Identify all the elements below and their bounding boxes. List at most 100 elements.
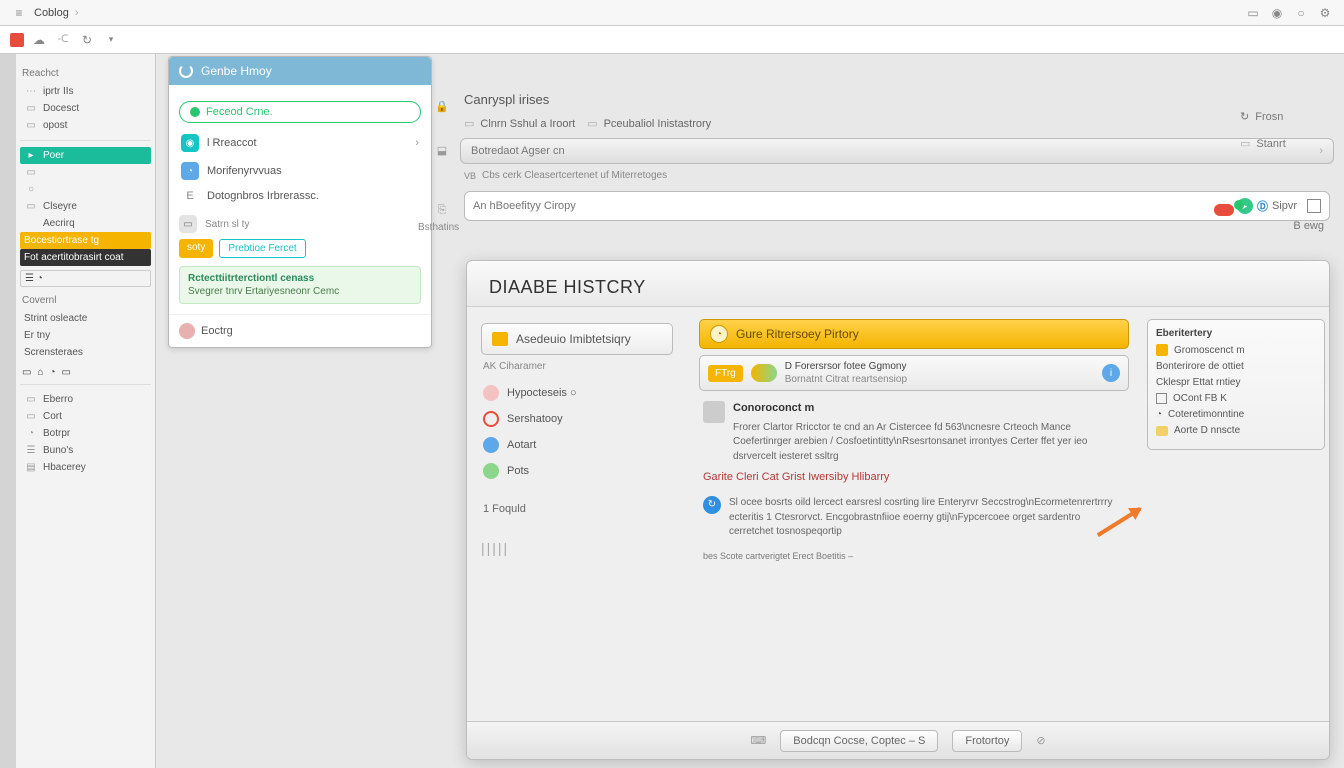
nav-option[interactable]: Sershatooy (481, 406, 673, 432)
sidebar-item[interactable]: Aecrirq (20, 215, 151, 232)
reload-icon[interactable] (179, 64, 193, 78)
barcode-icon: ||||| (481, 540, 673, 556)
search-field[interactable] (473, 200, 1237, 212)
sidebar-item[interactable]: ▭ (20, 164, 151, 181)
doc-icon: ▭ (24, 120, 38, 131)
side-line[interactable]: Bonterirore de ottiet (1156, 361, 1316, 372)
sidebar-item[interactable]: Strint osleacte (20, 310, 151, 327)
sidebar-item[interactable]: ○ (20, 181, 151, 198)
dot-icon (190, 107, 200, 117)
doc-icon: ▭ (587, 117, 597, 130)
sidebar-item[interactable]: ▭Docesct (20, 100, 151, 117)
sidebar-item[interactable]: ▭Cort (20, 408, 151, 425)
sidebar-item-highlight[interactable]: Bocestiortrase tg (20, 232, 151, 249)
sidebar-item[interactable]: ▭Clseyre (20, 198, 151, 215)
search-icon[interactable]: ○ (1292, 4, 1310, 22)
link-icon[interactable]: -ᑕ (54, 31, 72, 49)
nav-option[interactable]: Aotart (481, 432, 673, 458)
crumb-item[interactable]: ▭Clnrn Sshul a Iroort (464, 117, 575, 130)
panel-item[interactable]: ◉l Rreaccot› (179, 129, 421, 157)
checkbox[interactable] (1307, 199, 1321, 213)
menu-icon[interactable]: ≡ (10, 4, 28, 22)
info-bar[interactable]: Botredaot Agser cn › (460, 138, 1334, 164)
toggle-icon[interactable] (751, 364, 777, 382)
checkbox[interactable] (1156, 393, 1167, 404)
info-row: ↻ Sl ocee bosrts oild lercect earsresl c… (703, 496, 1125, 540)
circle-icon: ○ (24, 184, 38, 195)
info-note: Rctecttiitrterctiontl cenass Svegrer tnr… (179, 266, 421, 304)
sidebar-item[interactable]: ▤Hbacerey (20, 459, 151, 476)
footer-link[interactable]: bes Scote cartverigtet Erect Boetitis – (703, 550, 853, 563)
sidebar-item-dark[interactable]: Fot acertitobrasirt coat (20, 249, 151, 266)
gutter-icons: 🔒 ⬓ ⎘ (432, 96, 452, 220)
side-line[interactable]: OCont FB K (1156, 393, 1316, 404)
search-input[interactable]: ▸ⒹSipvr (464, 191, 1330, 221)
side-line[interactable]: Gromoscenct m (1156, 344, 1316, 356)
gold-header-bar[interactable]: ◔ Gure Ritrersoey Pirtory (699, 319, 1129, 349)
app-icon (10, 33, 24, 47)
nav-option[interactable]: Pots (481, 458, 673, 484)
cloud-icon[interactable]: ☁ (30, 31, 48, 49)
result-tag: FTrg (708, 365, 743, 382)
desc-text: Frorer Clartor Rricctor te cnd an Ar Cis… (733, 421, 1125, 465)
crumb-item[interactable]: ▭Pceubaliol Inistastrory (587, 117, 711, 130)
info-icon[interactable]: i (1102, 364, 1120, 382)
page-icon: ▭ (24, 201, 38, 212)
footer-button[interactable]: Bodcqn Cocse, Coptec – S (780, 730, 938, 752)
hint-item[interactable]: ↻Frosn (1240, 110, 1326, 123)
window-icon[interactable]: ▭ (1244, 4, 1262, 22)
tag[interactable]: soty (179, 239, 213, 258)
description-block: Conoroconct m Frorer Clartor Rricctor te… (699, 401, 1129, 564)
footer-button[interactable]: Frotortoy (952, 730, 1022, 752)
thumb-icon (703, 401, 725, 423)
side-line[interactable]: Aorte D nnscte (1156, 425, 1316, 436)
box-icon[interactable]: ▭ (22, 367, 31, 378)
search-go[interactable]: ▸ⒹSipvr (1237, 198, 1321, 214)
sidebar-item[interactable]: ☰Buno's (20, 442, 151, 459)
more-icon[interactable]: ▾ (102, 31, 120, 49)
nav-option[interactable]: 1 Foquld (481, 498, 673, 520)
icon-row: ▭ ⌂ ◔ ▭ (22, 367, 149, 378)
app-title: Coblog (34, 7, 69, 19)
tag-icon: ▭ (179, 215, 197, 233)
tag-icon[interactable]: ⬓ (432, 140, 452, 160)
sidebar-item[interactable]: ▭opost (20, 117, 151, 134)
widget-box[interactable]: ☰ ◔ (20, 270, 151, 287)
hint-item[interactable]: ▭Stanrt (1240, 137, 1326, 150)
nav-primary-button[interactable]: Asedeuio Imibtetsiqry (481, 323, 673, 355)
sidebar-item[interactable]: ⋯iprtr IIs (20, 83, 151, 100)
side-line[interactable]: ◔Coteretimonntine (1156, 409, 1316, 420)
panel-item[interactable]: ◔Morifenyrvvuas (179, 157, 421, 185)
avatar-icon (179, 323, 195, 339)
sidebar-item[interactable]: ◔Botrpr (20, 425, 151, 442)
result-row[interactable]: FTrg D Forersrsor fotee Ggmony Bornatnt … (699, 355, 1129, 391)
list-icon: ☰ (24, 445, 38, 456)
sidebar-item[interactable]: Er tny (20, 327, 151, 344)
box-icon (1156, 344, 1168, 356)
clock-icon[interactable]: ◔ (50, 367, 56, 378)
home-icon[interactable]: ⌂ (37, 367, 43, 378)
sidebar-item-active[interactable]: ▸Poer (20, 147, 151, 164)
nav-option[interactable]: Hypocteseis ○ (481, 380, 673, 406)
tag[interactable]: Prebtioe Fercet (219, 239, 305, 258)
globe-icon[interactable]: ◉ (1268, 4, 1286, 22)
link-icon[interactable]: ⎘ (432, 200, 452, 220)
close-icon[interactable]: ⊘ (1036, 734, 1045, 747)
toolbar: ☁ -ᑕ ↻ ▾ (0, 26, 1344, 54)
lock-icon[interactable]: 🔒 (432, 96, 452, 116)
side-line[interactable]: Cklespr Ettat rntiey (1156, 377, 1316, 388)
sidebar-item[interactable]: ▭Eberro (20, 391, 151, 408)
sidebar-item[interactable]: Scrensteraes (20, 344, 151, 361)
box-icon[interactable]: ▭ (62, 367, 71, 378)
letter-icon: E (181, 190, 199, 202)
card-icon (1156, 426, 1168, 436)
info-icon: ↻ (703, 496, 721, 514)
settings-icon[interactable]: ⚙ (1316, 4, 1334, 22)
green-dot-icon (1234, 200, 1244, 210)
panel-title: Genbe Hmoy (201, 64, 272, 78)
refresh-icon[interactable]: ↻ (78, 31, 96, 49)
side-card: Eberitertery Gromoscenct m Bonterirore d… (1147, 319, 1325, 450)
clock-icon: ◔ (1156, 409, 1162, 420)
panel-item[interactable]: EDotognbros Irbrerassc. (179, 185, 421, 207)
status-pill[interactable]: Feceod Crne. (179, 101, 421, 123)
